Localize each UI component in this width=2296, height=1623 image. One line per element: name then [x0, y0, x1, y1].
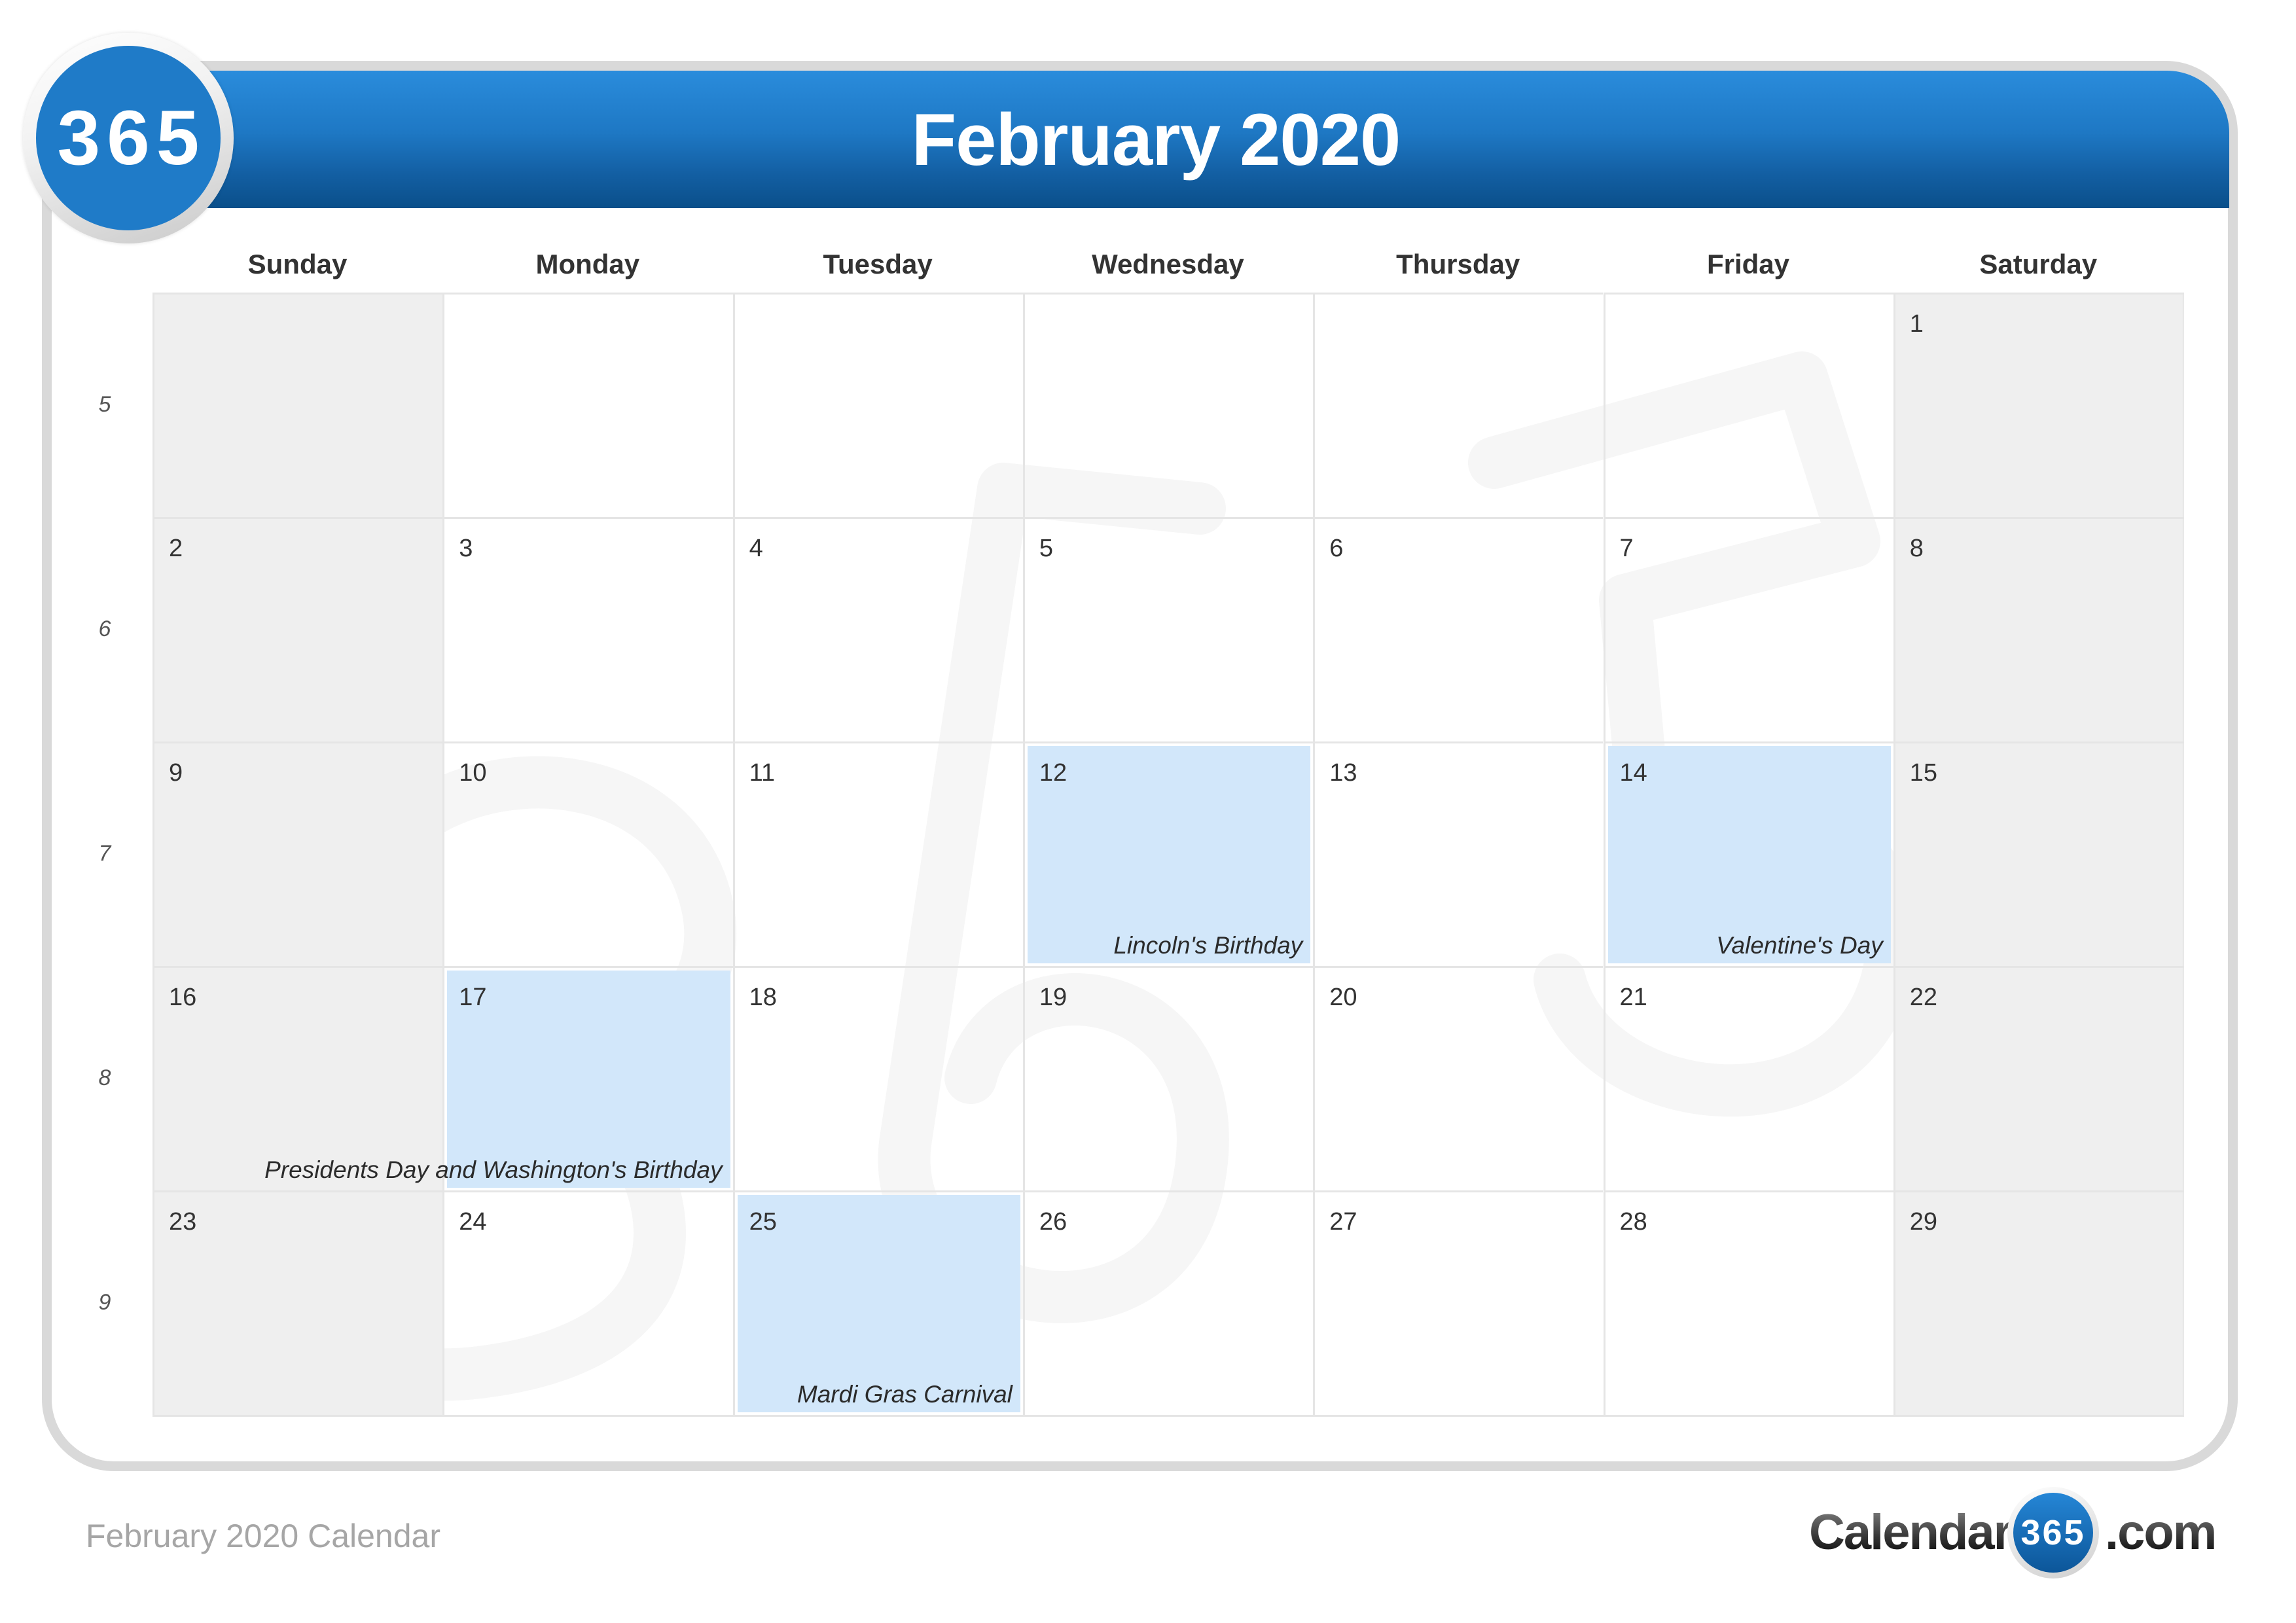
weekday-header-thursday: Thursday: [1396, 249, 1520, 279]
day-cell-7[interactable]: 7: [1603, 517, 1893, 741]
footer-caption: February 2020 Calendar: [86, 1518, 440, 1554]
day-number: 3: [459, 535, 473, 562]
week-number: 7: [98, 840, 111, 866]
brand-badge-text: 365: [2020, 1513, 2086, 1552]
month-title: February 2020: [911, 98, 1401, 181]
day-number: 22: [1909, 984, 1938, 1011]
holiday-highlight: [447, 971, 730, 1188]
day-cell-20[interactable]: 20: [1313, 966, 1604, 1190]
empty-day-cell: [442, 293, 733, 517]
day-cell-9[interactable]: 9: [152, 741, 443, 966]
day-number: 18: [749, 984, 777, 1011]
holiday-highlight: [1027, 746, 1311, 963]
day-number: 14: [1619, 759, 1647, 787]
day-number: 9: [169, 759, 183, 787]
day-cell-12[interactable]: 12 Lincoln's Birthday: [1022, 741, 1314, 966]
grid-border-bottom: [152, 1415, 2184, 1417]
day-number: 19: [1039, 984, 1067, 1011]
logo-text: 365: [57, 95, 206, 181]
day-number: 16: [169, 984, 197, 1011]
day-number: 8: [1909, 535, 1924, 562]
brand-badge-disc: 365: [2013, 1493, 2093, 1573]
day-cell-29[interactable]: 29: [1893, 1190, 2184, 1415]
day-number: 13: [1329, 759, 1357, 787]
empty-day-cell: [1313, 293, 1604, 517]
day-cell-6[interactable]: 6: [1313, 517, 1604, 741]
day-cell-26[interactable]: 26: [1022, 1190, 1314, 1415]
empty-day-cell: [152, 293, 443, 517]
weekday-header-saturday: Saturday: [1979, 249, 2098, 279]
day-number: 21: [1619, 984, 1647, 1011]
day-cell-15[interactable]: 15: [1893, 741, 2184, 966]
day-number: 29: [1909, 1208, 1938, 1236]
week-number: 6: [98, 616, 111, 641]
holiday-label: Presidents Day and Washington's Birthday: [264, 1156, 723, 1183]
weekday-header-friday: Friday: [1706, 249, 1790, 279]
day-cell-4[interactable]: 4: [732, 517, 1023, 741]
weekday-header-wednesday: Wednesday: [1092, 249, 1244, 279]
day-cell-24[interactable]: 24: [442, 1190, 733, 1415]
day-cell-21[interactable]: 21: [1603, 966, 1893, 1190]
day-number: 27: [1329, 1208, 1357, 1236]
day-cell-17[interactable]: 17 Presidents Day and Washington's Birthd…: [264, 966, 733, 1190]
holiday-highlight: [1607, 746, 1891, 963]
day-cell-19[interactable]: 19: [1022, 966, 1314, 1190]
day-cell-22[interactable]: 22: [1893, 966, 2184, 1190]
day-cell-27[interactable]: 27: [1313, 1190, 1604, 1415]
holiday-highlight: [737, 1195, 1020, 1412]
day-number: 17: [459, 984, 487, 1011]
day-number: 10: [459, 759, 487, 787]
day-number: 12: [1039, 759, 1067, 787]
day-number: 6: [1329, 535, 1344, 562]
day-number: 5: [1039, 535, 1054, 562]
brand-logo-link[interactable]: Calendar- 365 .com: [1809, 1486, 2228, 1580]
brand-text-right: .com: [2105, 1505, 2217, 1560]
calendar-grid: 1 2 3 4 5 6 7 8 9 10 11 12 Lincoln's Birthday 13 14 Val…: [152, 293, 2184, 1417]
empty-day-cell: [1022, 293, 1314, 517]
logo-disc: 365: [36, 46, 221, 230]
brand-text-left: Calendar-: [1809, 1505, 2028, 1560]
day-number: 7: [1619, 535, 1634, 562]
day-cell-18[interactable]: 18: [732, 966, 1023, 1190]
day-number: 23: [169, 1208, 197, 1236]
day-cell-3[interactable]: 3: [442, 517, 733, 741]
day-cell-25[interactable]: 25 Mardi Gras Carnival: [732, 1190, 1023, 1415]
holiday-label: Mardi Gras Carnival: [797, 1381, 1013, 1408]
weekday-header-tuesday: Tuesday: [823, 249, 933, 279]
day-number: 20: [1329, 984, 1357, 1011]
day-number: 24: [459, 1208, 487, 1236]
day-cell-11[interactable]: 11: [732, 741, 1023, 966]
logo-365-badge: 365: [23, 33, 234, 243]
day-number: 15: [1909, 759, 1938, 787]
day-number: 25: [749, 1208, 777, 1236]
day-cell-1[interactable]: 1: [1893, 293, 2184, 517]
brand-badge-icon: 365: [2007, 1487, 2099, 1578]
day-cell-10[interactable]: 10: [442, 741, 733, 966]
day-number: 4: [749, 535, 763, 562]
day-number: 11: [749, 759, 776, 787]
week-number: 8: [98, 1065, 111, 1090]
holiday-label: Valentine's Day: [1716, 932, 1883, 959]
day-number: 26: [1039, 1208, 1067, 1236]
day-number: 1: [1909, 310, 1924, 338]
day-cell-8[interactable]: 8: [1893, 517, 2184, 741]
day-cell-2[interactable]: 2: [152, 517, 443, 741]
day-cell-13[interactable]: 13: [1313, 741, 1604, 966]
day-cell-23[interactable]: 23: [152, 1190, 443, 1415]
day-number: 2: [169, 535, 183, 562]
holiday-label: Lincoln's Birthday: [1113, 932, 1303, 959]
day-cell-14[interactable]: 14 Valentine's Day: [1603, 741, 1893, 966]
day-number: 28: [1619, 1208, 1647, 1236]
empty-day-cell: [1603, 293, 1893, 517]
week-number: 9: [98, 1289, 111, 1315]
week-number: 5: [98, 391, 111, 417]
weekday-header-monday: Monday: [535, 249, 640, 279]
weekday-header-sunday: Sunday: [247, 249, 348, 279]
day-cell-5[interactable]: 5: [1022, 517, 1314, 741]
day-cell-28[interactable]: 28: [1603, 1190, 1893, 1415]
empty-day-cell: [732, 293, 1023, 517]
